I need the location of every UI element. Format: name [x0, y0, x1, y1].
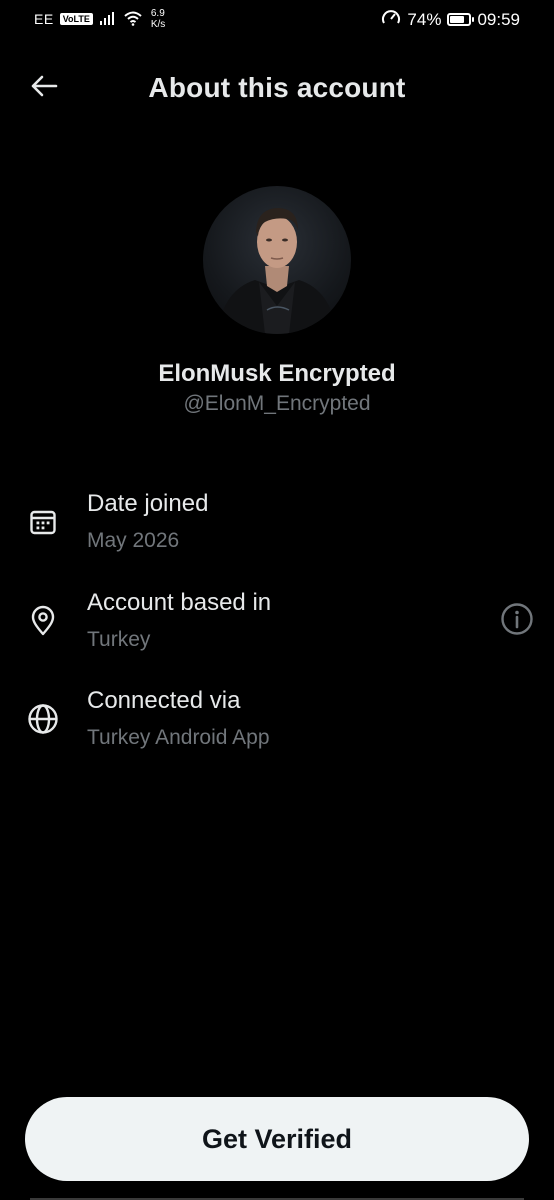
- status-left: EE VoLTE 6.9 K/s: [34, 8, 165, 30]
- battery-percent: 74%: [407, 9, 442, 29]
- volte-badge: VoLTE: [59, 13, 93, 25]
- calendar-icon: [26, 505, 60, 539]
- display-name: ElonMusk Encrypted: [158, 360, 396, 387]
- battery-fill: [450, 16, 464, 23]
- wifi-icon: [123, 10, 143, 29]
- globe-icon: [26, 702, 60, 736]
- row-title: Account based in: [87, 589, 272, 616]
- row-value: May 2026: [87, 529, 180, 552]
- row-title: Connected via: [87, 687, 241, 714]
- page-title: About this account: [148, 72, 406, 103]
- avatar-portrait: [217, 208, 337, 334]
- row-date-joined: Date joined May 2026: [0, 488, 554, 568]
- row-account-based-in: Account based in Turkey: [0, 587, 554, 667]
- avatar[interactable]: [203, 186, 351, 334]
- row-connected-via: Connected via Turkey Android App: [0, 685, 554, 765]
- battery-icon: [447, 13, 475, 26]
- speedometer-icon: [381, 8, 401, 31]
- signal-icon: [99, 11, 117, 28]
- account-handle: @ElonM_Encrypted: [183, 392, 371, 415]
- info-button[interactable]: [500, 602, 534, 641]
- clock: 09:59: [477, 9, 520, 29]
- row-title: Date joined: [87, 490, 209, 517]
- get-verified-button[interactable]: Get Verified: [25, 1097, 529, 1181]
- row-value: Turkey: [87, 628, 151, 651]
- location-pin-icon: [26, 604, 60, 638]
- net-speed-unit: K/s: [150, 19, 166, 30]
- carrier-name: EE: [34, 11, 54, 27]
- status-bar: EE VoLTE 6.9 K/s 74% 09:59: [0, 0, 554, 40]
- net-speed: 6.9 K/s: [151, 8, 165, 30]
- net-speed-value: 6.9: [150, 8, 165, 19]
- row-value: Turkey Android App: [87, 726, 270, 749]
- status-right: 74% 09:59: [381, 8, 520, 31]
- header: About this account: [0, 60, 554, 116]
- info-icon: [500, 602, 534, 641]
